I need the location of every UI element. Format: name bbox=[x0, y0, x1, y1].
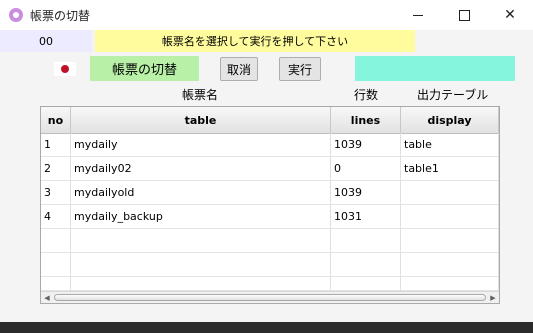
close-icon: ✕ bbox=[504, 7, 516, 23]
empty-cell bbox=[41, 253, 71, 276]
empty-cell bbox=[401, 229, 499, 252]
maximize-icon bbox=[458, 9, 470, 21]
cell-no: 4 bbox=[41, 205, 71, 228]
cell-no: 2 bbox=[41, 157, 71, 180]
scrollbar-thumb[interactable] bbox=[54, 294, 486, 301]
message-banner: 帳票名を選択して実行を押して下さい bbox=[95, 30, 415, 52]
status-field bbox=[355, 56, 515, 81]
minimize-button[interactable] bbox=[395, 0, 441, 30]
close-button[interactable]: ✕ bbox=[487, 0, 533, 30]
empty-cell bbox=[331, 229, 401, 252]
cell-lines: 1039 bbox=[331, 133, 401, 156]
empty-cell bbox=[41, 277, 71, 291]
column-header-no[interactable]: no bbox=[41, 107, 71, 133]
cell-lines: 1039 bbox=[331, 181, 401, 204]
horizontal-scrollbar[interactable]: ◀ ▶ bbox=[41, 291, 499, 303]
cell-display: table1 bbox=[401, 157, 499, 180]
empty-cell bbox=[401, 277, 499, 291]
japan-flag-icon bbox=[54, 62, 76, 76]
form-table[interactable]: no table lines display 1 mydaily 1039 ta… bbox=[40, 106, 500, 304]
column-header-lines[interactable]: lines bbox=[331, 107, 401, 133]
column-header-display[interactable]: display bbox=[401, 107, 499, 133]
empty-cell bbox=[71, 253, 331, 276]
line-count-label: 行数 bbox=[354, 88, 379, 102]
empty-cell bbox=[331, 277, 401, 291]
cell-display bbox=[401, 205, 499, 228]
cell-lines: 0 bbox=[331, 157, 401, 180]
code-display: 00 bbox=[0, 30, 92, 52]
cell-no: 1 bbox=[41, 133, 71, 156]
table-row[interactable]: 1 mydaily 1039 table bbox=[41, 133, 499, 157]
cell-no: 3 bbox=[41, 181, 71, 204]
form-name-label: 帳票名 bbox=[182, 88, 219, 102]
empty-cell bbox=[401, 253, 499, 276]
cell-table: mydaily02 bbox=[71, 157, 331, 180]
title-bar[interactable]: 帳票の切替 ✕ bbox=[0, 0, 533, 30]
empty-cell bbox=[331, 253, 401, 276]
main-content: 00 帳票名を選択して実行を押して下さい 帳票の切替 取消 実行 帳票名 行数 … bbox=[0, 30, 533, 322]
empty-table-row bbox=[41, 229, 499, 253]
column-header-table[interactable]: table bbox=[71, 107, 331, 133]
cancel-button[interactable]: 取消 bbox=[220, 57, 258, 81]
maximize-button[interactable] bbox=[441, 0, 487, 30]
table-row[interactable]: 3 mydailyold 1039 bbox=[41, 181, 499, 205]
empty-cell bbox=[71, 277, 331, 291]
form-name-display: 帳票の切替 bbox=[90, 56, 199, 81]
table-header: no table lines display bbox=[41, 107, 499, 134]
scroll-right-icon[interactable]: ▶ bbox=[488, 293, 498, 303]
table-row[interactable]: 2 mydaily02 0 table1 bbox=[41, 157, 499, 181]
scroll-left-icon[interactable]: ◀ bbox=[42, 293, 52, 303]
table-row[interactable]: 4 mydaily_backup 1031 bbox=[41, 205, 499, 229]
window-title: 帳票の切替 bbox=[30, 9, 91, 23]
cell-table: mydaily bbox=[71, 133, 331, 156]
empty-table-row bbox=[41, 253, 499, 277]
app-icon bbox=[9, 8, 23, 22]
cell-display: table bbox=[401, 133, 499, 156]
cell-lines: 1031 bbox=[331, 205, 401, 228]
execute-button[interactable]: 実行 bbox=[279, 57, 321, 81]
cell-table: mydaily_backup bbox=[71, 205, 331, 228]
cell-display bbox=[401, 181, 499, 204]
output-table-label: 出力テーブル bbox=[417, 88, 489, 102]
empty-cell bbox=[71, 229, 331, 252]
app-window: 帳票の切替 ✕ 00 帳票名を選択して実行を押して下さい 帳票の切替 取消 実行… bbox=[0, 0, 533, 322]
empty-table-row bbox=[41, 277, 499, 291]
empty-cell bbox=[41, 229, 71, 252]
minimize-icon bbox=[413, 14, 423, 16]
cell-table: mydailyold bbox=[71, 181, 331, 204]
